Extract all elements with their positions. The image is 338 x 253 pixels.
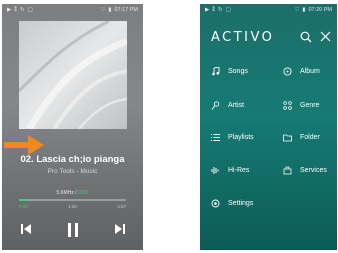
time-row: 0:00 1:20 3:57 [19,204,126,209]
brand-logo: ACTIVO [211,30,275,45]
track-subtitle: Pro Tools - Music [47,168,98,175]
play-status-icon: ▶ [205,7,210,13]
album-cover[interactable] [19,21,127,129]
play-status-icon: ▶ [7,7,12,13]
menu-item-services[interactable]: Services [282,165,327,175]
menu-screen: ▶ ⁑ ↻ ▢ ♡ ▮ 07:20 PM ACTIVO Songs Artist [200,4,337,250]
menu-item-label: Songs [228,67,248,75]
status-time: 07:17 PM [114,7,138,13]
menu-item-folder[interactable]: Folder [282,132,320,142]
battery-icon: ▮ [302,7,306,13]
status-bar: ▶ ⁑ ↻ ▢ ♡ ▮ 07:17 PM [2,4,143,16]
player-screen: ▶ ⁑ ↻ ▢ ♡ ▮ 07:17 PM 02. Lascia ch;io pi… [2,4,143,250]
music-note-icon [210,66,220,76]
menu-item-genre[interactable]: Genre [282,100,319,110]
sample-rate-value: 5.6MHz / [56,190,78,196]
middle-time: 1:20 [68,204,77,209]
gear-icon [210,198,220,208]
close-icon[interactable] [320,31,331,42]
artist-icon [210,100,220,110]
screen-icon: ▢ [27,7,33,13]
screen-icon: ▢ [225,7,231,13]
menu-item-settings[interactable]: Settings [210,198,253,208]
wifi-icon: ♡ [294,7,300,13]
menu-item-artist[interactable]: Artist [210,100,244,110]
menu-item-hires[interactable]: Hi-Res [210,165,249,175]
status-time: 07:20 PM [308,7,332,13]
wifi-icon: ♡ [100,7,106,13]
hires-tag: DSD [77,190,89,196]
hires-icon [210,165,220,175]
sync-icon: ↻ [217,7,223,13]
total-time: 3:57 [117,204,126,209]
menu-item-label: Hi-Res [228,166,250,174]
services-icon [282,165,292,175]
menu-item-label: Genre [300,101,320,109]
next-track-icon[interactable] [114,223,126,235]
elapsed-time: 0:00 [19,204,28,209]
progress-bar[interactable] [19,199,126,201]
menu-item-label: Folder [300,133,320,141]
disc-icon [282,66,292,76]
signal-icon: ⁑ [14,7,17,13]
menu-item-label: Settings [228,199,254,207]
genre-icon [282,100,292,110]
menu-item-label: Artist [228,101,244,109]
search-icon[interactable] [300,31,312,43]
previous-track-icon[interactable] [20,223,32,235]
playlist-icon [210,132,220,142]
track-title: 02. Lascia ch;io pianga [20,154,125,165]
menu-item-album[interactable]: Album [282,66,320,76]
status-bar: ▶ ⁑ ↻ ▢ ♡ ▮ 07:20 PM [200,4,337,16]
pause-icon[interactable] [66,223,80,237]
battery-icon: ▮ [108,7,112,13]
folder-icon [282,132,292,142]
sync-icon: ↻ [19,7,25,13]
signal-icon: ⁑ [212,7,215,13]
pointer-arrow-icon [4,135,44,155]
sample-rate: 5.6MHz / DSD [2,190,143,196]
progress-fill [19,199,28,201]
cover-art-swirl [19,21,127,129]
menu-item-label: Album [300,67,320,75]
menu-item-songs[interactable]: Songs [210,66,248,76]
menu-item-playlists[interactable]: Playlists [210,132,254,142]
menu-item-label: Services [300,166,327,174]
menu-item-label: Playlists [228,133,254,141]
